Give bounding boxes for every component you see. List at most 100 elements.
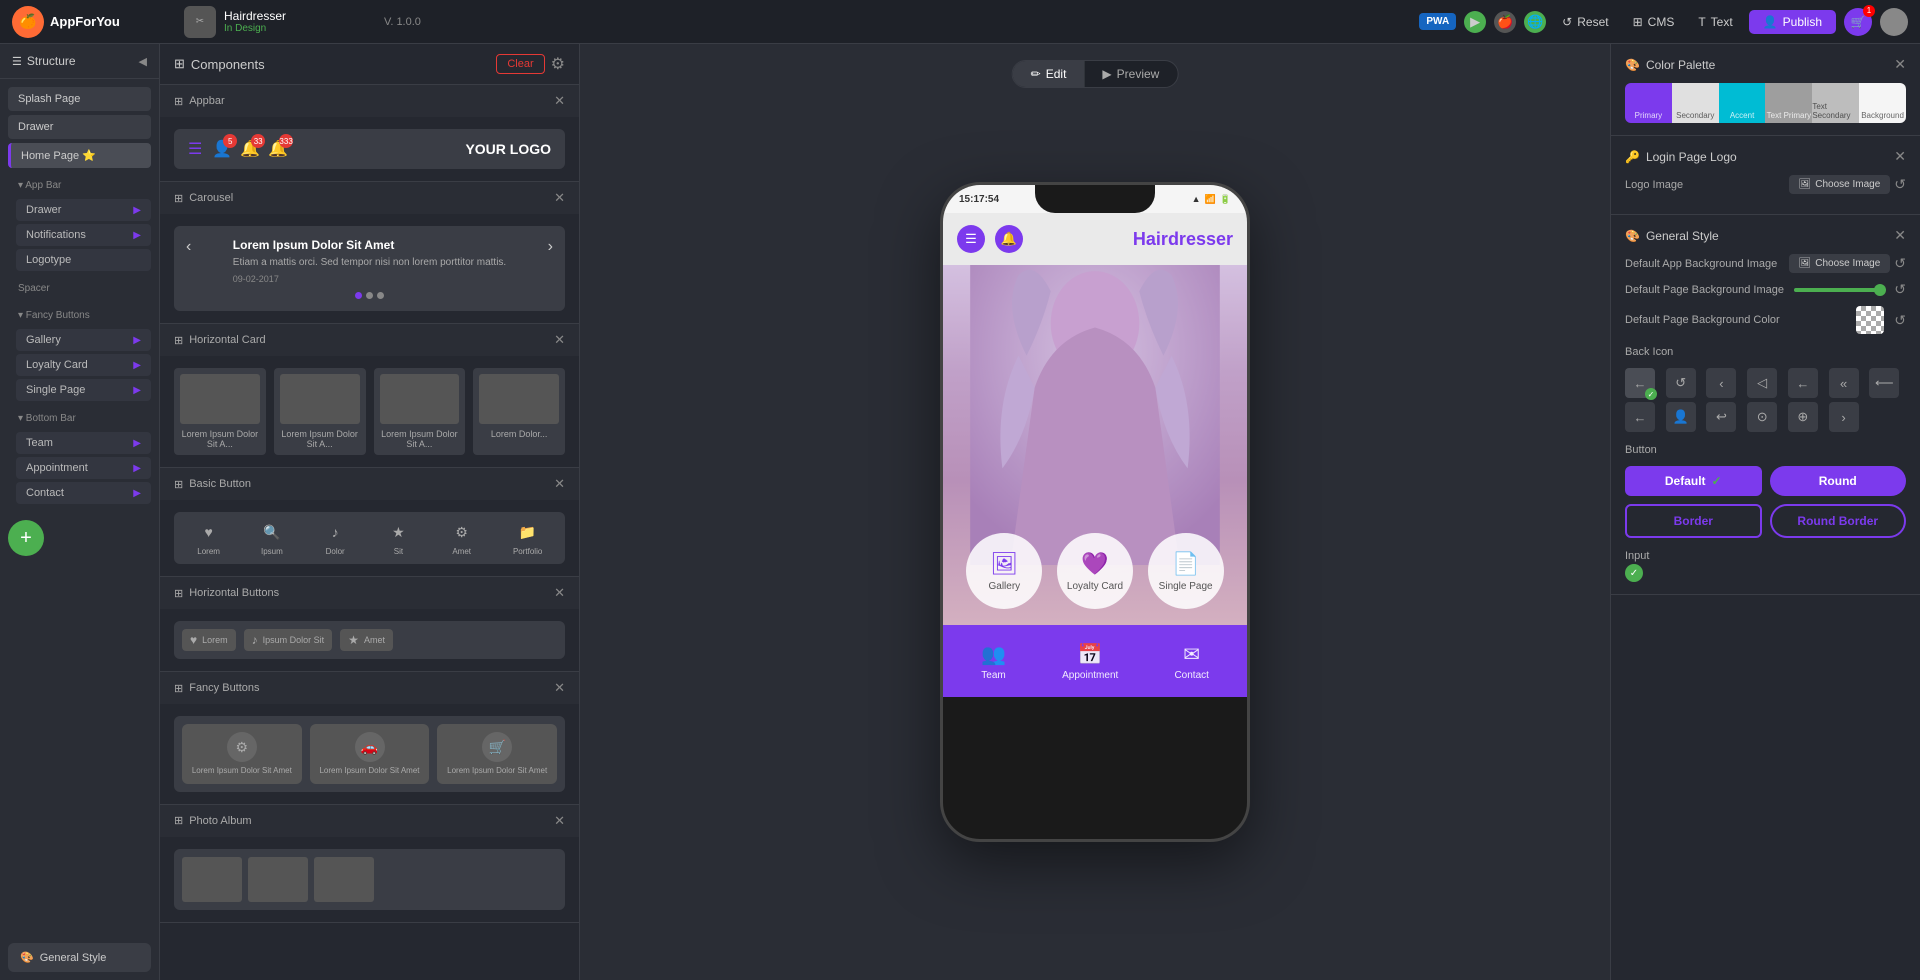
app-bg-choose-button[interactable]: 🖼 Choose Image [1789, 254, 1891, 273]
basic-btn-folder[interactable]: 📁 Portfolio [513, 520, 542, 556]
phone-single-page-btn[interactable]: 📄 Single Page [1148, 533, 1224, 609]
color-primary[interactable]: Primary [1625, 83, 1672, 123]
hcard-close-icon[interactable]: ✕ [554, 332, 565, 348]
basic-btn-heart[interactable]: ♥ Lorem [197, 520, 221, 556]
carousel-close-icon[interactable]: ✕ [554, 190, 565, 206]
web-icon[interactable]: 🌐 [1524, 11, 1546, 33]
app-bg-image-row: Default App Background Image 🖼 Choose Im… [1625, 254, 1906, 273]
cms-button[interactable]: ⊞ CMS [1625, 11, 1683, 33]
color-secondary[interactable]: Secondary [1672, 83, 1719, 123]
preview-tab[interactable]: ▶ Preview [1084, 61, 1177, 87]
sidebar-item-gallery[interactable]: Gallery▶ [16, 329, 151, 351]
back-icon-double-left[interactable]: « [1829, 368, 1859, 398]
carousel-dot-2[interactable] [366, 292, 373, 299]
btn-border[interactable]: Border [1625, 504, 1762, 538]
sidebar-item-loyalty-card[interactable]: Loyalty Card▶ [16, 354, 151, 376]
btn-default[interactable]: Default ✓ [1625, 466, 1762, 496]
android-icon[interactable]: ▶ [1464, 11, 1486, 33]
sidebar-item-splash[interactable]: Splash Page [8, 87, 151, 111]
phone-gallery-btn[interactable]: 🖼 Gallery [966, 533, 1042, 609]
back-icon-arrow-left[interactable]: ← [1625, 368, 1655, 398]
sidebar-item-appointment[interactable]: Appointment▶ [16, 457, 151, 479]
logo-reset-button[interactable]: ↺ [1894, 176, 1906, 193]
login-logo-close-icon[interactable]: ✕ [1894, 148, 1906, 165]
sidebar-item-home[interactable]: Home Page ⭐ [8, 143, 151, 168]
sidebar-item-drawer2[interactable]: Drawer▶ [16, 199, 151, 221]
phone-loyalty-btn[interactable]: 💜 Loyalty Card [1057, 533, 1133, 609]
carousel-dot-1[interactable] [355, 292, 362, 299]
sidebar-item-team[interactable]: Team▶ [16, 432, 151, 454]
back-icon-rotate[interactable]: ↩ [1706, 402, 1736, 432]
cart-button[interactable]: 🛒 1 [1844, 8, 1872, 36]
fancy-btn-2[interactable]: 🚗 Lorem Ipsum Dolor Sit Amet [310, 724, 430, 784]
basic-btn-close-icon[interactable]: ✕ [554, 476, 565, 492]
input-check-icon: ✓ [1625, 564, 1643, 582]
photo-album-close-icon[interactable]: ✕ [554, 813, 565, 829]
color-text-secondary[interactable]: Text Secondary [1812, 83, 1859, 123]
basic-btn-search[interactable]: 🔍 Ipsum [260, 520, 284, 556]
basic-btn-title: ⊞ Basic Button [174, 478, 251, 491]
back-icon-arrow-left-2[interactable]: ⟵ [1869, 368, 1899, 398]
appbar-close-icon[interactable]: ✕ [554, 93, 565, 109]
color-accent[interactable]: Accent [1719, 83, 1766, 123]
logo-choose-button[interactable]: 🖼 Choose Image [1789, 175, 1891, 194]
page-bg-slider[interactable] [1794, 288, 1884, 292]
general-style-button[interactable]: 🎨 General Style [8, 943, 151, 972]
btn-round[interactable]: Round [1770, 466, 1907, 496]
basic-btn-music-label: Dolor [326, 547, 345, 556]
pwa-badge[interactable]: PWA [1419, 13, 1456, 30]
phone-contact-btn[interactable]: ✉ Contact [1174, 642, 1208, 681]
collapse-icon[interactable]: ◀ [139, 55, 147, 68]
sidebar-item-single-page[interactable]: Single Page▶ [16, 379, 151, 401]
clear-button[interactable]: Clear [496, 54, 544, 74]
back-icon-long-left[interactable]: ← [1625, 402, 1655, 432]
hbtn-star[interactable]: ★ Amet [340, 629, 393, 651]
fancy-btn-1[interactable]: ⚙ Lorem Ipsum Dolor Sit Amet [182, 724, 302, 784]
btn-round-border[interactable]: Round Border [1770, 504, 1907, 538]
edit-tab[interactable]: ✏ Edit [1013, 61, 1085, 87]
page-bg-color-picker[interactable] [1856, 306, 1884, 334]
basic-btn-gear[interactable]: ⚙ Amet [450, 520, 474, 556]
publish-button[interactable]: 👤 Publish [1749, 10, 1836, 34]
carousel-next-icon[interactable]: › [548, 238, 553, 256]
color-text-primary[interactable]: Text Primary [1765, 83, 1812, 123]
add-component-button[interactable]: + [8, 520, 44, 556]
back-icon-person[interactable]: 👤 [1666, 402, 1696, 432]
text-button[interactable]: T Text [1690, 11, 1740, 33]
phone-appointment-btn[interactable]: 📅 Appointment [1062, 642, 1118, 681]
mid-settings-icon[interactable]: ⚙ [551, 54, 565, 74]
sidebar-item-logotype[interactable]: Logotype [16, 249, 151, 271]
phone-menu-button[interactable]: ☰ [957, 225, 985, 253]
carousel-prev-icon[interactable]: ‹ [186, 238, 191, 256]
color-background[interactable]: Background [1859, 83, 1906, 123]
basic-btn-star[interactable]: ★ Sit [386, 520, 410, 556]
hbtn-close-icon[interactable]: ✕ [554, 585, 565, 601]
page-bg-color-reset-button[interactable]: ↺ [1894, 312, 1906, 329]
apple-icon[interactable]: 🍎 [1494, 11, 1516, 33]
back-icon-thin-arrow[interactable]: › [1829, 402, 1859, 432]
color-palette-close-icon[interactable]: ✕ [1894, 56, 1906, 73]
phone-notification-button[interactable]: 🔔 [995, 225, 1023, 253]
back-icon-plus[interactable]: ⊕ [1788, 402, 1818, 432]
hbtn-music[interactable]: ♪ Ipsum Dolor Sit [244, 629, 333, 651]
general-style-close-icon[interactable]: ✕ [1894, 227, 1906, 244]
user-avatar[interactable] [1880, 8, 1908, 36]
carousel-dot-3[interactable] [377, 292, 384, 299]
sidebar-item-notifications[interactable]: Notifications▶ [16, 224, 151, 246]
hbtn-heart[interactable]: ♥ Lorem [182, 629, 236, 651]
hbtn-icon: ⊞ [174, 587, 183, 600]
sidebar-item-drawer[interactable]: Drawer [8, 115, 151, 139]
back-icon-circle-outline[interactable]: ⊙ [1747, 402, 1777, 432]
phone-team-btn[interactable]: 👥 Team [981, 642, 1006, 681]
reset-button[interactable]: ↺ Reset [1554, 11, 1616, 33]
sidebar-item-contact[interactable]: Contact▶ [16, 482, 151, 504]
back-icon-chevron-left[interactable]: ‹ [1706, 368, 1736, 398]
page-bg-reset-button[interactable]: ↺ [1894, 281, 1906, 298]
back-icon-circle-left[interactable]: ◁ [1747, 368, 1777, 398]
app-bg-reset-button[interactable]: ↺ [1894, 255, 1906, 272]
fancy-btn-3[interactable]: 🛒 Lorem Ipsum Dolor Sit Amet [437, 724, 557, 784]
back-icon-refresh[interactable]: ↺ [1666, 368, 1696, 398]
basic-btn-music[interactable]: ♪ Dolor [323, 520, 347, 556]
back-icon-thin-left[interactable]: ← [1788, 368, 1818, 398]
fancy-btn-close-icon[interactable]: ✕ [554, 680, 565, 696]
